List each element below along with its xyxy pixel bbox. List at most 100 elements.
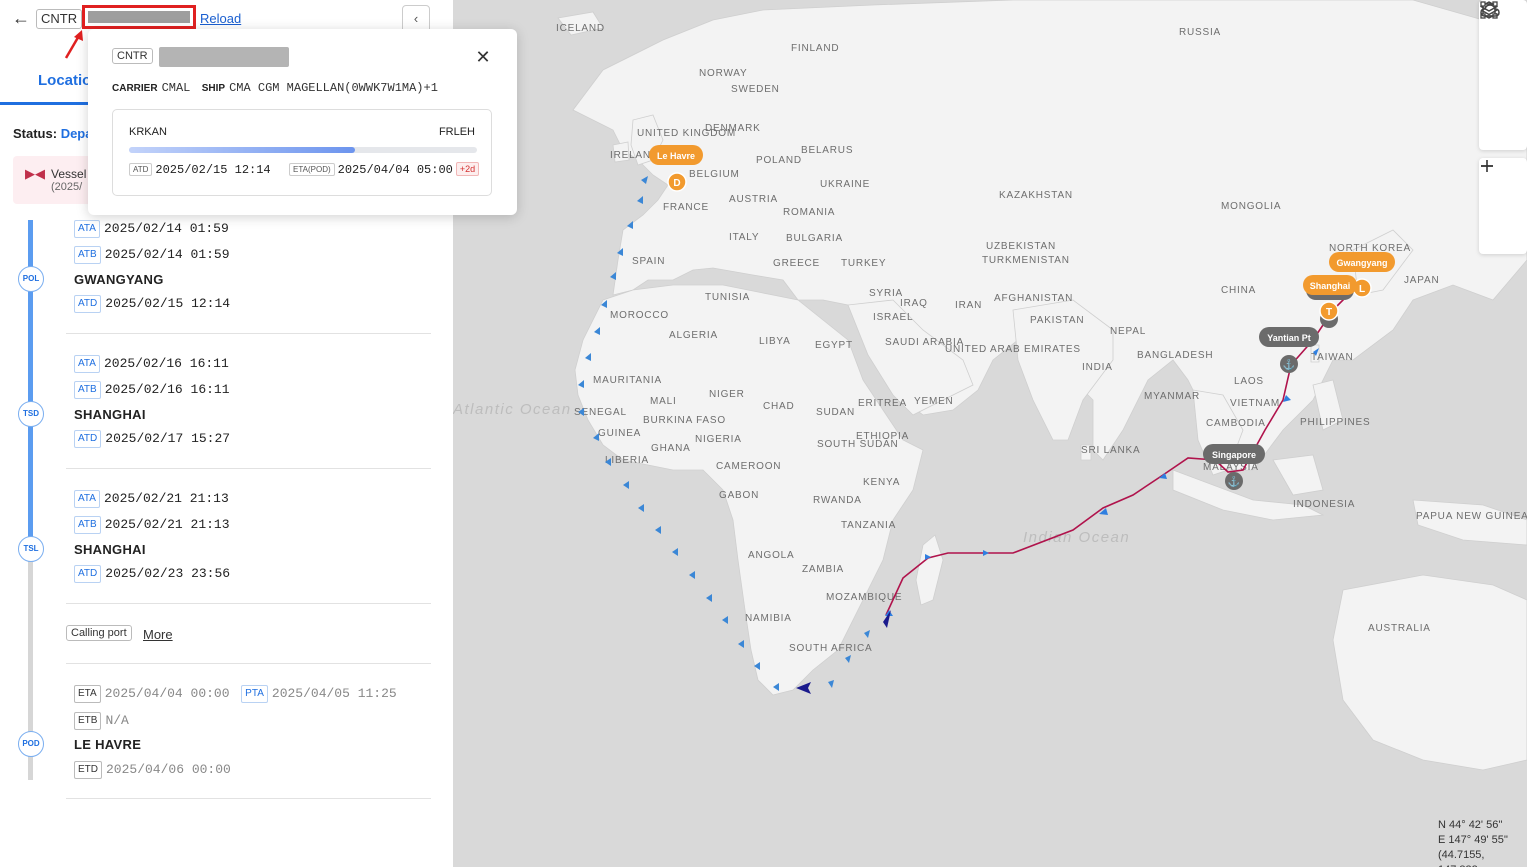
map-label: BANGLADESH — [1137, 350, 1213, 361]
port-name-tsd: SHANGHAI — [74, 407, 146, 422]
map-label: IRAQ — [900, 298, 928, 309]
decimal-coordinates-text: (44.7155, 147.832 — [1438, 849, 1485, 867]
map-label: RUSSIA — [1179, 27, 1221, 38]
map-label: TAIWAN — [1311, 352, 1354, 363]
map-label: UKRAINE — [820, 179, 870, 190]
port-name-pol: GWANGYANG — [74, 272, 164, 287]
map-canvas: ICELAND FINLAND NORWAY SWEDEN RUSSIA UNI… — [453, 0, 1527, 771]
map-view[interactable]: ICELAND FINLAND NORWAY SWEDEN RUSSIA UNI… — [453, 0, 1527, 867]
map-label: PAPUA NEW GUINEA — [1416, 511, 1527, 522]
delay-badge: +2d — [455, 162, 480, 176]
map-label: INDIA — [1082, 362, 1113, 373]
map-label: LAOS — [1234, 376, 1264, 387]
close-icon[interactable]: ✕ — [472, 47, 494, 69]
map-label: CHAD — [763, 401, 795, 412]
draw-shape-button[interactable] — [1479, 1, 1527, 96]
map-label: POLAND — [756, 155, 802, 166]
map-tools-panel — [1479, 0, 1527, 150]
latitude-text: N 44° 42' 56'' — [1438, 819, 1503, 831]
event-row: ETA 2025/04/04 00:00 PTA 2025/04/05 11:25 — [74, 685, 397, 703]
event-row: ETD 2025/04/06 00:00 — [74, 761, 231, 779]
shipment-summary-popup: CNTR ✕ CARRIER CMAL SHIP CMA CGM MAGELLAN(… — [88, 29, 517, 215]
carrier-value: CMAL — [161, 81, 191, 95]
longitude-text: E 147° 49' 55'' — [1438, 834, 1509, 846]
zoom-panel — [1479, 158, 1527, 254]
map-label: KENYA — [863, 477, 900, 488]
map-label: ERITREA — [858, 398, 907, 409]
map-label: IRAN — [955, 300, 982, 311]
map-label: TURKMENISTAN — [982, 255, 1070, 266]
map-label: ISRAEL — [873, 312, 913, 323]
node-tsl: TSL — [18, 536, 44, 562]
calling-port-tag[interactable]: Calling port — [66, 625, 132, 641]
event-row: ATD 2025/02/15 12:14 — [74, 295, 230, 313]
map-label: BELARUS — [801, 145, 853, 156]
map-label: SOUTH SUDAN — [817, 439, 899, 450]
map-label: VIETNAM — [1230, 398, 1280, 409]
divider — [66, 798, 431, 799]
map-label: CAMBODIA — [1206, 418, 1266, 429]
map-label: ANGOLA — [748, 550, 794, 561]
event-row: ATB 2025/02/21 21:13 — [74, 516, 230, 534]
map-label: GREECE — [773, 258, 820, 269]
zoom-out-button[interactable] — [1479, 165, 1527, 254]
route-eta: ETA(POD) 2025/04/04 05:00 +2d — [289, 162, 480, 177]
map-label: SWEDEN — [731, 84, 780, 95]
map-label: NEPAL — [1110, 326, 1146, 337]
annotation-arrow-icon — [64, 30, 83, 59]
route-atd: ATD 2025/02/15 12:14 — [129, 162, 271, 177]
map-label: PAKISTAN — [1030, 315, 1084, 326]
event-row: ATB 2025/02/16 16:11 — [74, 381, 230, 399]
container-number-redacted — [82, 5, 196, 29]
event-row: ATD 2025/02/17 15:27 — [74, 430, 230, 448]
map-label: SYRIA — [869, 288, 903, 299]
anchor-icon: ⚓ — [1228, 475, 1240, 488]
map-label: MOROCCO — [610, 310, 669, 321]
map-label: EGYPT — [815, 340, 853, 351]
reload-link[interactable]: Reload — [200, 11, 241, 26]
event-row: ATA 2025/02/21 21:13 — [74, 490, 229, 508]
tab-location[interactable]: Locatio — [38, 72, 91, 89]
map-label: TURKEY — [841, 258, 886, 269]
route-progress-fill — [129, 147, 356, 153]
loading-letter: L — [1359, 284, 1365, 295]
route-destination: FRLEH — [438, 126, 475, 138]
map-label: ICELAND — [556, 23, 605, 34]
map-label: MALI — [650, 396, 677, 407]
map-label: RWANDA — [813, 495, 862, 506]
map-label: GABON — [719, 490, 759, 501]
map-label: MONGOLIA — [1221, 201, 1281, 212]
carrier-ship-info: CARRIER CMAL SHIP CMA CGM MAGELLAN(0WWK7W1… — [112, 80, 446, 95]
divider — [66, 663, 431, 664]
map-label: BURKINA FASO — [643, 415, 726, 426]
zoom-out-icon — [1481, 165, 1493, 167]
status-label: Status: — [13, 126, 58, 141]
map-label: AUSTRALIA — [1368, 623, 1431, 634]
map-label: MOZAMBIQUE — [826, 592, 902, 603]
map-label: AUSTRIA — [729, 194, 778, 205]
event-row: ATD 2025/02/23 23:56 — [74, 565, 230, 583]
map-label: SPAIN — [632, 256, 665, 267]
map-label: SUDAN — [816, 407, 855, 418]
map-label: ZAMBIA — [802, 564, 844, 575]
carrier-label: CARRIER — [112, 83, 158, 94]
map-label: KAZAKHSTAN — [999, 190, 1073, 201]
transship-letter: T — [1326, 307, 1332, 318]
divider — [66, 333, 431, 334]
route-progress-card: KRKAN FRLEH ATD 2025/02/15 12:14 ETA(POD)… — [112, 109, 492, 196]
back-arrow-icon[interactable]: ← — [12, 8, 32, 28]
map-label: UZBEKISTAN — [986, 241, 1056, 252]
route-progress-bar — [129, 147, 477, 153]
destination-letter: D — [673, 178, 680, 189]
ship-label: SHIP — [201, 83, 226, 94]
weather-button[interactable] — [1479, 2, 1527, 144]
map-label: TUNISIA — [705, 292, 750, 303]
map-label: FRANCE — [663, 202, 709, 213]
map-label: NIGERIA — [695, 434, 742, 445]
map-label: ITALY — [729, 232, 759, 243]
node-tsd: TSD — [18, 401, 44, 427]
tab-active-indicator — [0, 102, 96, 105]
shanghai-label: Shanghai — [1310, 281, 1351, 291]
more-link[interactable]: More — [143, 627, 173, 642]
port-name-pod: LE HAVRE — [74, 737, 142, 752]
